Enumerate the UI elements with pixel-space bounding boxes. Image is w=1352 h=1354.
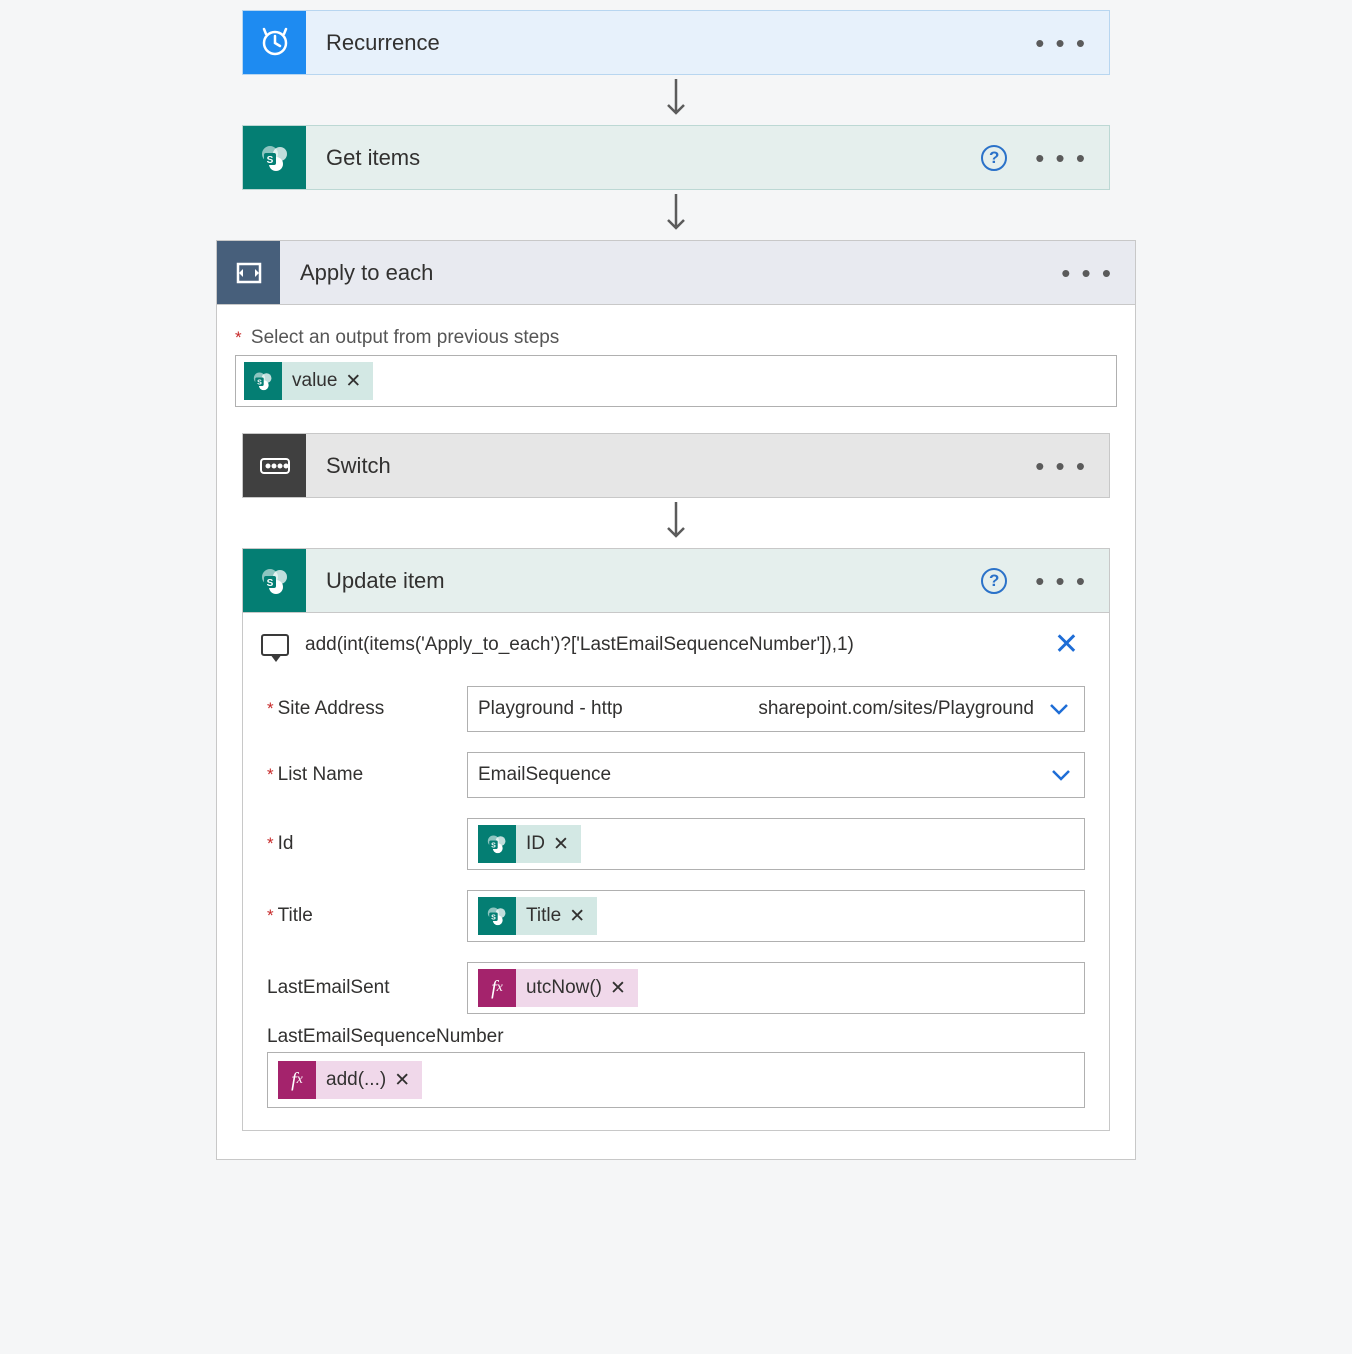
- svg-text:S: S: [491, 843, 496, 850]
- apply-to-each-header[interactable]: Apply to each • • •: [217, 241, 1135, 305]
- help-icon[interactable]: ?: [981, 145, 1007, 171]
- fx-icon: fx: [478, 969, 516, 1007]
- get-items-more-icon[interactable]: • • •: [1035, 144, 1087, 172]
- id-label: *Id: [267, 833, 453, 855]
- comment-icon: [261, 634, 289, 656]
- sharepoint-icon: S: [243, 126, 306, 189]
- last-email-sent-label: LastEmailSent: [267, 977, 453, 999]
- apply-to-each-more-icon[interactable]: • • •: [1061, 259, 1113, 287]
- connector-arrow: [664, 190, 688, 240]
- connector-arrow: [664, 75, 688, 125]
- site-address-label: *Site Address: [267, 698, 453, 720]
- add-token[interactable]: fx add(...) ✕: [278, 1061, 422, 1099]
- recurrence-card[interactable]: Recurrence • • •: [242, 10, 1110, 75]
- help-icon[interactable]: ?: [981, 568, 1007, 594]
- list-name-value: EmailSequence: [478, 764, 611, 786]
- remove-token-icon[interactable]: ✕: [345, 370, 361, 393]
- chevron-down-icon[interactable]: [1046, 696, 1072, 722]
- get-items-card[interactable]: S Get items ? • • •: [242, 125, 1110, 190]
- switch-icon: [243, 434, 306, 497]
- id-token-label: ID: [526, 833, 545, 855]
- last-seq-label: LastEmailSequenceNumber: [243, 1024, 1109, 1048]
- switch-more-icon[interactable]: • • •: [1035, 452, 1087, 480]
- site-address-value-left: Playground - http: [478, 698, 623, 720]
- svg-text:S: S: [491, 915, 496, 922]
- loop-icon: [217, 241, 280, 304]
- recurrence-more-icon[interactable]: • • •: [1035, 29, 1087, 57]
- select-output-field[interactable]: S value ✕: [235, 355, 1117, 407]
- switch-title: Switch: [306, 453, 1035, 479]
- utcnow-token-label: utcNow(): [526, 977, 602, 999]
- last-seq-field[interactable]: fx add(...) ✕: [267, 1052, 1085, 1108]
- list-name-label: *List Name: [267, 764, 453, 786]
- remove-token-icon[interactable]: ✕: [610, 977, 626, 1000]
- switch-card[interactable]: Switch • • •: [242, 433, 1110, 498]
- site-address-value-right: sharepoint.com/sites/Playground: [758, 698, 1034, 720]
- value-token-label: value: [292, 370, 337, 392]
- value-token[interactable]: S value ✕: [244, 362, 373, 400]
- close-icon[interactable]: ✕: [1048, 627, 1085, 662]
- svg-text:S: S: [266, 155, 273, 166]
- sharepoint-icon: S: [243, 549, 306, 612]
- svg-text:S: S: [257, 380, 262, 387]
- update-item-more-icon[interactable]: • • •: [1035, 567, 1087, 595]
- chevron-down-icon[interactable]: [1048, 762, 1074, 788]
- id-field[interactable]: S ID ✕: [467, 818, 1085, 870]
- add-token-label: add(...): [326, 1069, 386, 1091]
- get-items-title: Get items: [306, 145, 981, 171]
- remove-token-icon[interactable]: ✕: [553, 833, 569, 856]
- select-output-label: Select an output from previous steps: [251, 327, 559, 348]
- fx-icon: fx: [278, 1061, 316, 1099]
- peek-code-row: add(int(items('Apply_to_each')?['LastEma…: [243, 613, 1109, 676]
- update-item-title: Update item: [306, 568, 981, 594]
- apply-to-each-title: Apply to each: [280, 260, 1061, 286]
- remove-token-icon[interactable]: ✕: [394, 1069, 410, 1092]
- site-address-dropdown[interactable]: Playground - http sharepoint.com/sites/P…: [467, 686, 1085, 732]
- utcnow-token[interactable]: fx utcNow() ✕: [478, 969, 638, 1007]
- peek-expression: add(int(items('Apply_to_each')?['LastEma…: [305, 634, 1048, 656]
- update-item-card: S Update item ? • • • add(int(items('App…: [242, 548, 1110, 1131]
- title-field[interactable]: S Title ✕: [467, 890, 1085, 942]
- sharepoint-icon: S: [478, 897, 516, 935]
- sharepoint-icon: S: [244, 362, 282, 400]
- title-token[interactable]: S Title ✕: [478, 897, 597, 935]
- remove-token-icon[interactable]: ✕: [569, 905, 585, 928]
- list-name-dropdown[interactable]: EmailSequence: [467, 752, 1085, 798]
- title-token-label: Title: [526, 905, 561, 927]
- title-label: *Title: [267, 905, 453, 927]
- required-asterisk: *: [235, 328, 242, 347]
- clock-icon: [243, 11, 306, 74]
- recurrence-title: Recurrence: [306, 30, 1035, 56]
- last-email-sent-field[interactable]: fx utcNow() ✕: [467, 962, 1085, 1014]
- connector-arrow: [664, 498, 688, 548]
- sharepoint-icon: S: [478, 825, 516, 863]
- update-item-header[interactable]: S Update item ? • • •: [243, 549, 1109, 613]
- svg-text:S: S: [266, 578, 273, 589]
- id-token[interactable]: S ID ✕: [478, 825, 581, 863]
- apply-to-each-container: Apply to each • • • * Select an output f…: [216, 240, 1136, 1160]
